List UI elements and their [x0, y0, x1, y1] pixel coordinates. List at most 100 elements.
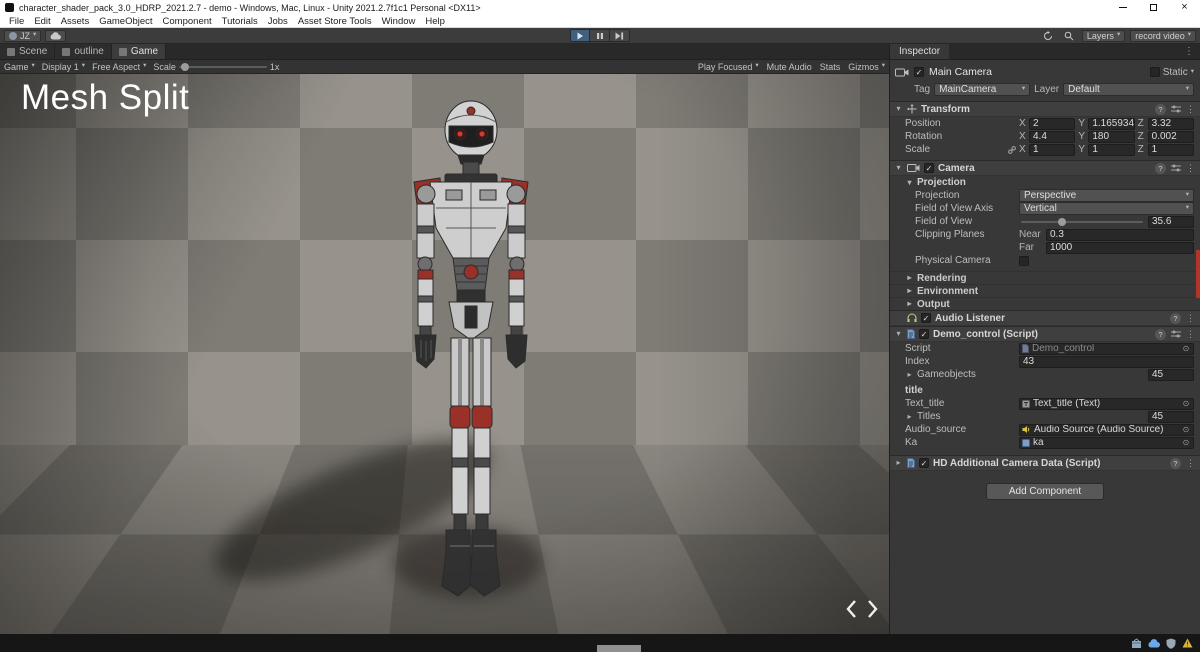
layer-dropdown[interactable]: Default ▾ — [1063, 83, 1194, 96]
tag-dropdown[interactable]: MainCamera ▾ — [934, 83, 1030, 96]
scale-slider[interactable] — [179, 66, 267, 68]
scale-y-field[interactable]: 1 — [1088, 144, 1134, 156]
physical-camera-checkbox[interactable] — [1019, 256, 1029, 266]
stats-toggle[interactable]: Stats — [820, 62, 841, 72]
aspect-dropdown[interactable]: Free Aspect ▾ — [92, 62, 146, 72]
game-viewport[interactable]: Mesh Split — [0, 74, 889, 634]
search-button[interactable] — [1061, 29, 1077, 42]
hd-camera-data-enabled-checkbox[interactable]: ✓ — [919, 458, 929, 468]
close-button[interactable]: × — [1169, 0, 1200, 15]
menu-item-window[interactable]: Window — [377, 16, 421, 27]
kebab-menu-icon[interactable]: ⋮ — [1186, 458, 1195, 469]
position-x-field[interactable]: 2 — [1029, 118, 1075, 130]
output-section[interactable]: ▸ Output — [890, 297, 1200, 310]
transform-header[interactable]: ▾ Transform ? ⋮ — [890, 101, 1200, 117]
demo-control-header[interactable]: ▾ ✓ Demo_control (Script) ? ⋮ — [890, 326, 1200, 342]
minimize-button[interactable] — [1107, 0, 1138, 15]
menu-item-gameobject[interactable]: GameObject — [94, 16, 157, 27]
audio-listener-enabled-checkbox[interactable]: ✓ — [921, 313, 931, 323]
rendering-section[interactable]: ▸ Rendering — [890, 271, 1200, 284]
help-icon[interactable]: ? — [1155, 163, 1166, 174]
menu-item-help[interactable]: Help — [420, 16, 450, 27]
index-field[interactable]: 43 — [1019, 356, 1194, 368]
undo-history-button[interactable] — [1040, 29, 1056, 42]
menu-item-tutorials[interactable]: Tutorials — [217, 16, 263, 27]
account-dropdown[interactable]: JZ ▾ — [4, 30, 41, 42]
prev-arrow-button[interactable] — [843, 598, 858, 620]
kebab-menu-icon[interactable]: ⋮ — [1186, 104, 1195, 115]
far-field[interactable]: 1000 — [1046, 242, 1194, 254]
tab-game[interactable]: Game — [112, 44, 166, 59]
position-z-field[interactable]: 3.32 — [1148, 118, 1194, 130]
script-object-field[interactable]: Demo_control ⊙ — [1019, 343, 1194, 355]
projection-section[interactable]: ▾ Projection — [890, 176, 1200, 189]
help-icon[interactable]: ? — [1170, 313, 1181, 324]
position-y-field[interactable]: 1.165934 — [1088, 118, 1134, 130]
audio-listener-header[interactable]: ✓ Audio Listener ? ⋮ — [890, 310, 1200, 326]
layers-dropdown[interactable]: Layers ▾ — [1082, 30, 1125, 42]
projection-dropdown[interactable]: Perspective ▾ — [1019, 189, 1194, 202]
gizmos-dropdown[interactable]: Gizmos ▾ — [848, 62, 885, 72]
game-view-mode-dropdown[interactable]: Game ▾ — [4, 62, 35, 72]
camera-enabled-checkbox[interactable]: ✓ — [924, 163, 934, 173]
presets-icon[interactable] — [1171, 105, 1181, 113]
tab-inspector[interactable]: Inspector — [890, 44, 949, 59]
fov-field[interactable]: 35.6 — [1148, 216, 1194, 228]
rotation-z-field[interactable]: 0.002 — [1148, 131, 1194, 143]
foldout-icon[interactable]: ▾ — [894, 164, 903, 172]
environment-section[interactable]: ▸ Environment — [890, 284, 1200, 297]
ka-object-field[interactable]: ka ⊙ — [1019, 437, 1194, 449]
static-checkbox[interactable] — [1150, 67, 1160, 77]
camera-header[interactable]: ▾ ✓ Camera ? ⋮ — [890, 160, 1200, 176]
foldout-icon[interactable]: ▸ — [894, 459, 903, 467]
scale-slider-thumb[interactable] — [181, 63, 189, 71]
object-picker-icon[interactable]: ⊙ — [1181, 344, 1191, 353]
help-icon[interactable]: ? — [1155, 104, 1166, 115]
demo-control-enabled-checkbox[interactable]: ✓ — [919, 329, 929, 339]
tray-icon-cloud[interactable] — [1148, 639, 1160, 648]
object-picker-icon[interactable]: ⊙ — [1181, 425, 1191, 434]
presets-icon[interactable] — [1171, 330, 1181, 338]
tab-outline[interactable]: outline — [55, 44, 111, 59]
object-picker-icon[interactable]: ⊙ — [1181, 438, 1191, 447]
add-component-button[interactable]: Add Component — [986, 483, 1104, 500]
next-arrow-button[interactable] — [865, 598, 880, 620]
menu-item-component[interactable]: Component — [158, 16, 217, 27]
gameobjects-size-field[interactable]: 45 — [1148, 369, 1194, 381]
static-dropdown-icon[interactable]: ▾ — [1191, 69, 1194, 76]
inspector-menu-icon[interactable]: ⋮ — [1178, 46, 1200, 57]
gameobject-name-field[interactable]: Main Camera — [929, 66, 1145, 78]
rotation-x-field[interactable]: 4.4 — [1029, 131, 1075, 143]
help-icon[interactable]: ? — [1170, 458, 1181, 469]
link-scale-icon[interactable] — [1008, 146, 1016, 154]
play-button[interactable] — [570, 29, 590, 42]
near-field[interactable]: 0.3 — [1046, 229, 1194, 241]
kebab-menu-icon[interactable]: ⋮ — [1186, 163, 1195, 174]
display-dropdown[interactable]: Display 1 ▾ — [42, 62, 85, 72]
maximize-button[interactable] — [1138, 0, 1169, 15]
scale-x-field[interactable]: 1 — [1029, 144, 1075, 156]
help-icon[interactable]: ? — [1155, 329, 1166, 340]
tab-scene[interactable]: Scene — [0, 44, 55, 59]
gameobject-enabled-checkbox[interactable]: ✓ — [914, 67, 924, 77]
cloud-services-button[interactable] — [45, 30, 66, 42]
foldout-icon[interactable]: ▾ — [894, 105, 903, 113]
kebab-menu-icon[interactable]: ⋮ — [1186, 329, 1195, 340]
object-picker-icon[interactable]: ⊙ — [1181, 399, 1191, 408]
presets-icon[interactable] — [1171, 164, 1181, 172]
tray-icon-package[interactable] — [1131, 638, 1142, 649]
rotation-y-field[interactable]: 180 — [1088, 131, 1134, 143]
step-button[interactable] — [610, 29, 630, 42]
pause-button[interactable] — [590, 29, 610, 42]
kebab-menu-icon[interactable]: ⋮ — [1186, 313, 1195, 324]
fov-slider[interactable] — [1021, 221, 1143, 223]
fov-axis-dropdown[interactable]: Vertical ▾ — [1019, 202, 1194, 215]
fov-slider-thumb[interactable] — [1058, 218, 1066, 226]
tray-icon-shield[interactable] — [1166, 638, 1176, 649]
foldout-icon[interactable]: ▸ — [905, 371, 914, 379]
foldout-icon[interactable]: ▸ — [905, 413, 914, 421]
titles-size-field[interactable]: 45 — [1148, 411, 1194, 423]
menu-item-edit[interactable]: Edit — [29, 16, 55, 27]
foldout-icon[interactable]: ▾ — [894, 330, 903, 338]
menu-item-asset-store-tools[interactable]: Asset Store Tools — [293, 16, 377, 27]
